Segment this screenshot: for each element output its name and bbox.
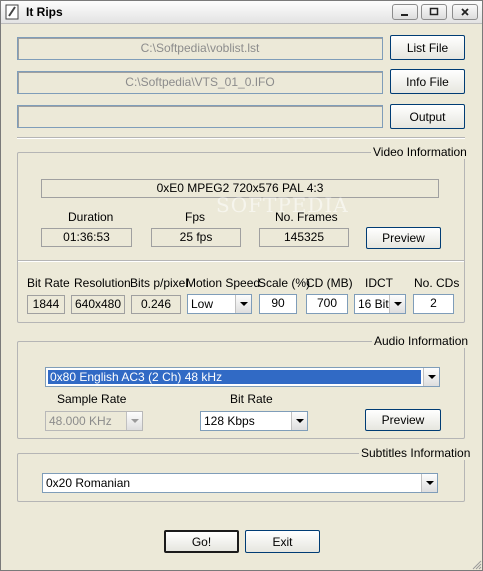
title-bar[interactable]: It Rips [1,1,482,24]
scale-input[interactable]: 90 [259,294,297,314]
motion-speed-value: Low [191,297,214,311]
audio-bitrate-value: 128 Kbps [204,414,255,428]
bitrate-label: Bit Rate [27,276,70,290]
go-button[interactable]: Go! [164,530,239,553]
motion-speed-select[interactable]: Low [187,294,252,314]
info-file-button[interactable]: Info File [390,69,465,94]
main-window: It Rips C:\Softpedia\voblist.lst List Fi… [0,0,483,571]
number-of-cds-label: No. CDs [414,276,460,290]
idct-label: IDCT [365,276,393,290]
close-button[interactable] [452,4,478,20]
info-file-path-field[interactable]: C:\Softpedia\VTS_01_0.IFO [17,71,383,94]
maximize-button[interactable] [421,4,447,20]
video-divider [18,260,464,262]
frames-value: 145325 [259,228,349,247]
duration-label: Duration [68,210,114,224]
chevron-down-icon[interactable] [389,295,405,313]
minimize-icon [401,14,408,16]
frames-label: No. Frames [275,210,338,224]
audio-stream-select[interactable]: 0x80 English AC3 (2 Ch) 48 kHz [45,367,440,387]
fps-value: 25 fps [151,228,241,247]
number-of-cds-input[interactable]: 2 [413,294,454,314]
sample-rate-label: Sample Rate [57,392,127,406]
chevron-down-icon[interactable] [235,295,251,313]
output-button[interactable]: Output [390,104,465,129]
chevron-down-icon[interactable] [126,412,142,430]
audio-bitrate-select[interactable]: 128 Kbps [200,411,308,431]
subtitles-information-label: Subtitles Information [359,446,473,460]
minimize-button[interactable] [392,4,418,20]
list-file-button[interactable]: List File [390,35,465,60]
audio-stream-selected: 0x80 English AC3 (2 Ch) 48 kHz [48,370,421,384]
cd-size-label: CD (MB) [306,276,353,290]
bits-per-pixel-value: 0.246 [131,295,181,314]
close-icon [461,8,469,16]
sample-rate-select[interactable]: 48.000 KHz [45,411,143,431]
audio-preview-button[interactable]: Preview [365,409,441,431]
video-information-label: Video Information [371,145,469,159]
duration-value: 01:36:53 [41,228,132,247]
subtitles-select[interactable]: 0x20 Romanian [42,473,438,493]
subtitles-value: 0x20 Romanian [46,476,131,490]
maximize-icon [429,7,439,16]
video-preview-button[interactable]: Preview [366,227,441,249]
output-path-field[interactable] [17,105,383,128]
bits-per-pixel-label: Bits p/pixel [130,276,189,290]
chevron-down-icon[interactable] [291,412,307,430]
idct-select[interactable]: 16 Bit [354,294,406,314]
exit-button[interactable]: Exit [245,530,320,553]
resize-grip-icon[interactable] [471,559,482,570]
resolution-label: Resolution [74,276,131,290]
window-title: It Rips [26,5,63,19]
scale-label: Scale (%) [258,276,311,290]
sample-rate-value: 48.000 KHz [49,414,112,428]
idct-value: 16 Bit [358,297,389,311]
cd-size-input[interactable]: 700 [306,294,348,314]
resolution-value: 640x480 [71,295,125,314]
audio-information-label: Audio Information [372,334,471,348]
audio-bitrate-label: Bit Rate [230,392,273,406]
bitrate-value: 1844 [27,295,65,314]
app-icon [5,4,19,20]
chevron-down-icon[interactable] [423,368,439,386]
divider [17,137,465,139]
motion-speed-label: Motion Speed [186,276,261,290]
list-file-path-field[interactable]: C:\Softpedia\voblist.lst [17,37,383,60]
fps-label: Fps [185,210,206,224]
chevron-down-icon[interactable] [421,474,437,492]
